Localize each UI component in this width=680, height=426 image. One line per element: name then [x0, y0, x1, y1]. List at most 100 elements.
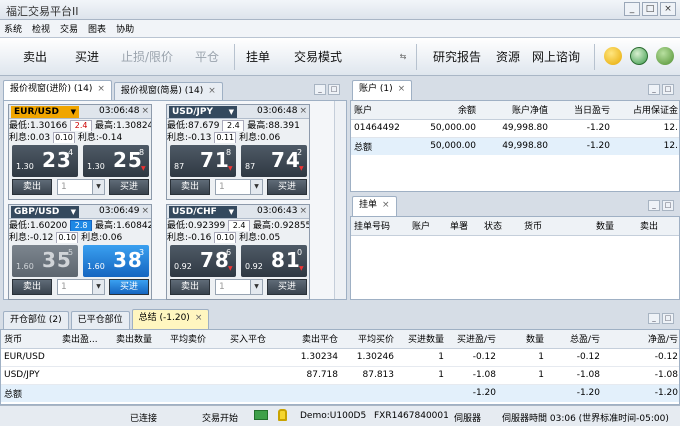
buy-price-tile[interactable]: 1.30 25 8 ▼ [83, 145, 149, 177]
sell-button[interactable]: 卖出 [10, 46, 60, 68]
col-used-margin[interactable]: 占用保证金 [613, 101, 679, 119]
cell [499, 384, 547, 402]
quantity-select[interactable]: 1 ▼ [215, 179, 263, 195]
tab-quotes-simple[interactable]: 报价视窗(简易) (14) × [113, 82, 223, 100]
close-position-button[interactable]: 平仓 [184, 46, 230, 68]
close-icon[interactable]: × [141, 206, 149, 216]
col-amount[interactable]: 数量 [593, 217, 637, 235]
symbol-selector[interactable]: EUR/USD ▼ [11, 106, 79, 118]
tab-accounts[interactable]: 账户 (1) × [352, 80, 413, 100]
col-buy-amount[interactable]: 买进数量 [397, 330, 447, 348]
col-sell[interactable]: 卖出 [637, 217, 679, 235]
col-net-pl[interactable]: 净盈/亏 [603, 330, 679, 348]
symbol-selector[interactable]: USD/CHF ▼ [169, 206, 237, 218]
sell-button[interactable]: 卖出 [170, 179, 210, 195]
quantity-select[interactable]: 1 ▼ [57, 179, 105, 195]
tab-closed-positions[interactable]: 已平仓部位 [70, 311, 130, 329]
menu-charts[interactable]: 图表 [88, 22, 106, 35]
symbol-selector[interactable]: GBP/USD ▼ [11, 206, 79, 218]
close-icon[interactable]: × [398, 84, 406, 94]
buy-price-tile[interactable]: 1.60 38 3 [83, 245, 149, 277]
table-row[interactable]: USD/JPY 87.718 87.813 1 -1.08 1 -1.08 -1… [1, 366, 679, 384]
buy-button[interactable]: 买进 [267, 179, 307, 195]
col-account[interactable]: 账户 [409, 217, 447, 235]
minimize-panel-icon[interactable]: _ [314, 84, 326, 95]
col-sell-amount[interactable]: 卖出数量 [113, 330, 167, 348]
quotes-scrollbar[interactable] [334, 101, 346, 299]
globe-icon[interactable] [656, 47, 674, 65]
col-daily-pl[interactable]: 当日盈亏 [551, 101, 613, 119]
tab-label: 挂单 [359, 200, 378, 210]
col-currency[interactable]: 货币 [1, 330, 59, 348]
sell-price-tile[interactable]: 1.60 35 5 [12, 245, 78, 277]
close-icon[interactable]: × [195, 313, 203, 323]
sell-button[interactable]: 卖出 [12, 179, 52, 195]
col-gross-pl[interactable]: 总盈/亏 [547, 330, 603, 348]
menu-system[interactable]: 系统 [4, 22, 22, 35]
col-avg-sell[interactable]: 平均卖价 [167, 330, 227, 348]
maximize-panel-icon[interactable]: □ [662, 84, 674, 95]
col-amount[interactable]: 数量 [499, 330, 547, 348]
minimize-panel-icon[interactable]: _ [648, 200, 660, 211]
close-icon[interactable]: × [299, 106, 307, 116]
col-buy-close[interactable]: 买入平仓 [227, 330, 285, 348]
maximize-panel-icon[interactable]: □ [662, 313, 674, 324]
close-button[interactable]: × [660, 2, 676, 16]
col-equity[interactable]: 账户净值 [479, 101, 551, 119]
sell-button[interactable]: 卖出 [12, 279, 52, 295]
col-account[interactable]: 账户 [351, 101, 413, 119]
sell-price-tile[interactable]: 87 71 8 ▼ [170, 145, 236, 177]
lightbulb-icon[interactable] [604, 47, 622, 65]
tab-quotes-advanced[interactable]: 报价视窗(进阶) (14) × [3, 80, 112, 100]
sell-button[interactable]: 卖出 [170, 279, 210, 295]
research-button[interactable]: 研究报告 [426, 46, 488, 68]
col-buy-pl[interactable]: 买进盈/亏 [447, 330, 499, 348]
tab-orders[interactable]: 挂单 × [352, 196, 397, 216]
col-avg-buy[interactable]: 平均买价 [341, 330, 397, 348]
col-sell-pl[interactable]: 卖出盈... [59, 330, 113, 348]
close-icon[interactable]: × [382, 200, 390, 210]
order-button[interactable]: 挂单 [238, 46, 278, 68]
buy-price-tile[interactable]: 0.92 81 0 ▼ [241, 245, 307, 277]
online-chat-button[interactable]: 网上谘询 [530, 46, 582, 68]
buy-button[interactable]: 买进 [267, 279, 307, 295]
col-balance[interactable]: 余额 [413, 101, 479, 119]
col-sell-close[interactable]: 卖出平仓 [285, 330, 341, 348]
maximize-button[interactable]: □ [642, 2, 658, 16]
table-row[interactable]: 01464492 50,000.00 49,998.80 -1.20 12. [351, 119, 679, 137]
minimize-panel-icon[interactable]: _ [648, 313, 660, 324]
buy-button[interactable]: 买进 [109, 279, 149, 295]
col-order-id[interactable]: 挂单号码 [351, 217, 409, 235]
maximize-panel-icon[interactable]: □ [328, 84, 340, 95]
symbol-selector[interactable]: USD/JPY ▼ [169, 106, 237, 118]
stop-limit-button[interactable]: 止损/限价 [114, 46, 180, 68]
tab-open-positions[interactable]: 开仓部位 (2) [3, 311, 69, 329]
quantity-select[interactable]: 1 ▼ [215, 279, 263, 295]
col-status[interactable]: 状态 [481, 217, 521, 235]
menu-trading[interactable]: 交易 [60, 22, 78, 35]
resources-button[interactable]: 资源 [490, 46, 526, 68]
minimize-panel-icon[interactable]: _ [648, 84, 660, 95]
sell-price-tile[interactable]: 1.30 23 4 [12, 145, 78, 177]
close-icon[interactable]: × [299, 206, 307, 216]
maximize-panel-icon[interactable]: □ [662, 200, 674, 211]
menu-view[interactable]: 检视 [32, 22, 50, 35]
table-row[interactable]: EUR/USD 1.30234 1.30246 1 -0.12 1 -0.12 … [1, 348, 679, 366]
tab-summary[interactable]: 总结 (-1.20) × [131, 309, 210, 329]
buy-price-tile[interactable]: 87 74 2 ▼ [241, 145, 307, 177]
col-currency[interactable]: 货币 [521, 217, 593, 235]
buy-button[interactable]: 买进 [62, 46, 112, 68]
close-icon[interactable]: × [97, 84, 105, 94]
trade-mode-button[interactable]: 交易模式 [282, 46, 354, 68]
close-icon[interactable]: × [141, 106, 149, 116]
toolbar-overflow-icon[interactable]: ⇆ [397, 46, 409, 68]
col-type[interactable]: 单署 [447, 217, 481, 235]
sell-price-tile[interactable]: 0.92 78 6 ▼ [170, 245, 236, 277]
close-icon[interactable]: × [208, 86, 216, 96]
buy-button[interactable]: 买进 [109, 179, 149, 195]
quote-card-usdchf: USD/CHF ▼ 03:06:43 × 最低:0.92399 2.4 最高:0.… [166, 204, 310, 300]
menu-help[interactable]: 协助 [116, 22, 134, 35]
clock-icon[interactable] [630, 47, 648, 65]
quantity-select[interactable]: 1 ▼ [57, 279, 105, 295]
minimize-button[interactable]: _ [624, 2, 640, 16]
